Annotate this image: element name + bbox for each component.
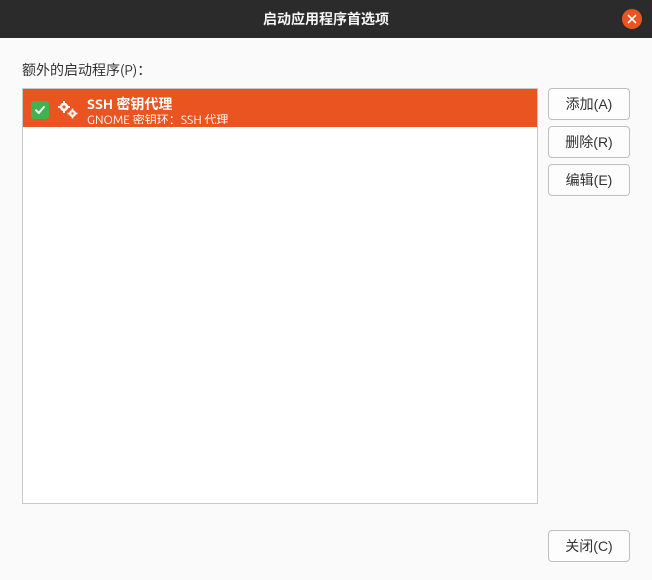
close-button[interactable]: 关闭(C) xyxy=(548,530,630,562)
gears-icon xyxy=(57,99,79,121)
list-item[interactable]: SSH 密钥代理 GNOME 密钥环：SSH 代理 xyxy=(23,89,537,127)
startup-programs-list[interactable]: SSH 密钥代理 GNOME 密钥环：SSH 代理 xyxy=(22,88,538,504)
list-label: 额外的启动程序(P)： xyxy=(22,60,630,80)
item-subtitle: GNOME 密钥环：SSH 代理 xyxy=(87,114,228,124)
titlebar: 启动应用程序首选项 xyxy=(0,0,652,38)
side-buttons: 添加(A) 删除(R) 编辑(E) xyxy=(548,88,630,504)
item-title: SSH 密钥代理 xyxy=(87,96,228,113)
close-window-button[interactable] xyxy=(622,9,642,29)
window-title: 启动应用程序首选项 xyxy=(263,9,389,29)
add-button[interactable]: 添加(A) xyxy=(548,88,630,120)
footer: 关闭(C) xyxy=(0,522,652,580)
edit-button[interactable]: 编辑(E) xyxy=(548,164,630,196)
checkmark-icon xyxy=(34,104,46,116)
remove-button[interactable]: 删除(R) xyxy=(548,126,630,158)
startup-applications-dialog: 启动应用程序首选项 额外的启动程序(P)： xyxy=(0,0,652,580)
main-row: SSH 密钥代理 GNOME 密钥环：SSH 代理 添加(A) 删除(R) 编辑… xyxy=(22,88,630,504)
content-area: 额外的启动程序(P)： xyxy=(0,38,652,522)
item-text: SSH 密钥代理 GNOME 密钥环：SSH 代理 xyxy=(87,96,228,124)
item-enabled-checkbox[interactable] xyxy=(31,101,49,119)
close-icon xyxy=(627,14,637,24)
